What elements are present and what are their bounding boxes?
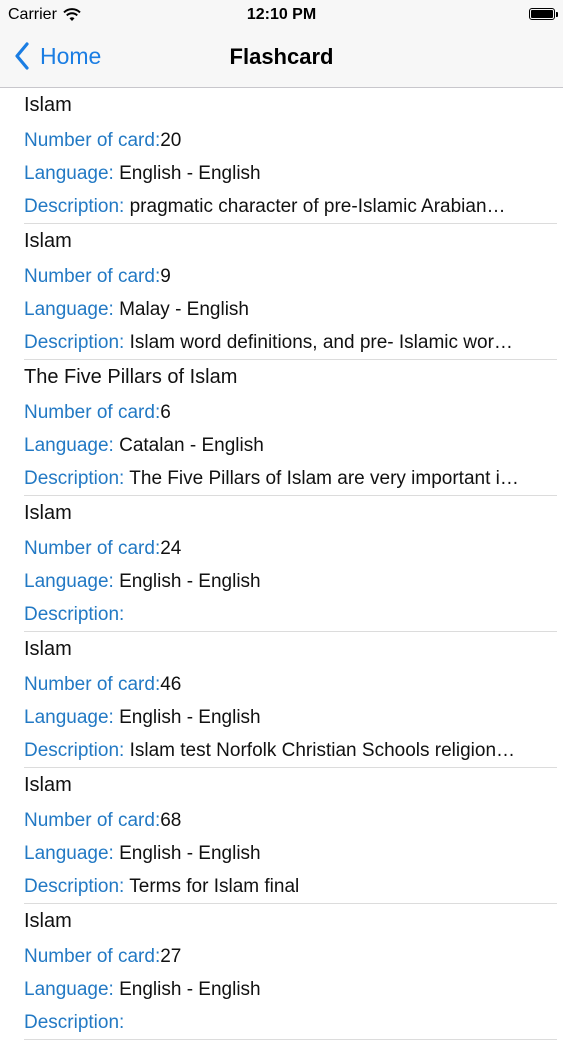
card-count-label: Number of card:	[24, 130, 161, 151]
flashcard-set-row[interactable]: Islam Number of card:24 Language: Englis…	[0, 496, 563, 632]
description-label: Description:	[24, 740, 125, 761]
card-count-label: Number of card:	[24, 674, 161, 695]
card-count-value: 27	[160, 946, 182, 967]
flashcard-set-row[interactable]: The Five Pillars of Islam Number of card…	[0, 360, 563, 496]
card-count-line: Number of card:9	[24, 266, 539, 288]
card-count-label: Number of card:	[24, 946, 161, 967]
language-line: Language: Malay - English	[24, 299, 539, 321]
card-count-value: 24	[160, 538, 182, 559]
set-title: Islam	[24, 638, 72, 660]
page-title: Flashcard	[229, 44, 334, 69]
card-count-value: 46	[160, 674, 182, 695]
set-title: Islam	[24, 230, 72, 252]
language-label: Language:	[24, 979, 114, 1000]
language-label: Language:	[24, 299, 114, 320]
card-count-value: 9	[160, 266, 171, 287]
set-title: The Five Pillars of Islam	[24, 366, 238, 388]
card-count-line: Number of card:20	[24, 130, 539, 152]
flashcard-set-row[interactable]: Islam Number of card:46 Language: Englis…	[0, 632, 563, 768]
flashcard-list: Islam Number of card:20 Language: Englis…	[0, 88, 563, 1040]
description-label: Description:	[24, 876, 125, 897]
description-label: Description:	[24, 332, 125, 353]
set-title: Islam	[24, 502, 72, 524]
flashcard-set-row[interactable]: Islam Number of card:9 Language: Malay -…	[0, 224, 563, 360]
description-label: Description:	[24, 604, 125, 625]
set-title: Islam	[24, 94, 72, 116]
flashcard-set-row[interactable]: Islam Number of card:20 Language: Englis…	[0, 88, 563, 224]
description-label: Description:	[24, 468, 125, 489]
language-label: Language:	[24, 843, 114, 864]
language-label: Language:	[24, 707, 114, 728]
description-line: Description: The Five Pillars of Islam a…	[24, 468, 539, 490]
battery-icon	[529, 8, 558, 20]
language-value: Catalan - English	[119, 435, 264, 456]
card-count-value: 20	[160, 130, 182, 151]
description-label: Description:	[24, 196, 125, 217]
language-line: Language: English - English	[24, 163, 539, 185]
card-count-label: Number of card:	[24, 538, 161, 559]
language-line: Language: English - English	[24, 707, 539, 729]
status-bar: Carrier 12:10 PM	[0, 0, 563, 30]
description-line: Description:	[24, 1012, 539, 1034]
flashcard-set-row[interactable]: Islam Number of card:27 Language: Englis…	[0, 904, 563, 1040]
language-value: English - English	[119, 707, 261, 728]
description-value: Islam test Norfolk Christian Schools rel…	[129, 740, 516, 761]
card-count-line: Number of card:6	[24, 402, 539, 424]
card-count-value: 6	[160, 402, 171, 423]
card-count-line: Number of card:24	[24, 538, 539, 560]
description-value: The Five Pillars of Islam are very impor…	[129, 468, 519, 489]
language-label: Language:	[24, 571, 114, 592]
language-value: English - English	[119, 571, 261, 592]
description-label: Description:	[24, 1012, 125, 1033]
language-line: Language: English - English	[24, 979, 539, 1001]
card-count-value: 68	[160, 810, 182, 831]
language-line: Language: English - English	[24, 843, 539, 865]
card-count-line: Number of card:68	[24, 810, 539, 832]
description-line: Description: pragmatic character of pre-…	[24, 196, 539, 218]
language-value: English - English	[119, 979, 261, 1000]
battery-level	[531, 10, 553, 18]
description-line: Description: Islam word definitions, and…	[24, 332, 539, 354]
card-count-label: Number of card:	[24, 810, 161, 831]
navigation-bar: Home Flashcard	[0, 30, 563, 88]
card-count-line: Number of card:27	[24, 946, 539, 968]
language-line: Language: English - English	[24, 571, 539, 593]
status-time: 12:10 PM	[246, 6, 317, 23]
language-line: Language: Catalan - English	[24, 435, 539, 457]
flashcard-set-row[interactable]: Islam Number of card:68 Language: Englis…	[0, 768, 563, 904]
language-value: English - English	[119, 163, 261, 184]
set-title: Islam	[24, 910, 72, 932]
card-count-line: Number of card:46	[24, 674, 539, 696]
card-count-label: Number of card:	[24, 402, 161, 423]
description-line: Description: Terms for Islam final	[24, 876, 539, 898]
language-value: English - English	[119, 843, 261, 864]
card-count-label: Number of card:	[24, 266, 161, 287]
language-label: Language:	[24, 163, 114, 184]
description-value: pragmatic character of pre-Islamic Arabi…	[129, 196, 506, 217]
set-title: Islam	[24, 774, 72, 796]
language-label: Language:	[24, 435, 114, 456]
language-value: Malay - English	[119, 299, 249, 320]
description-line: Description:	[24, 604, 539, 626]
description-value: Islam word definitions, and pre- Islamic…	[129, 332, 513, 353]
description-line: Description: Islam test Norfolk Christia…	[24, 740, 539, 762]
description-value: Terms for Islam final	[129, 876, 300, 897]
